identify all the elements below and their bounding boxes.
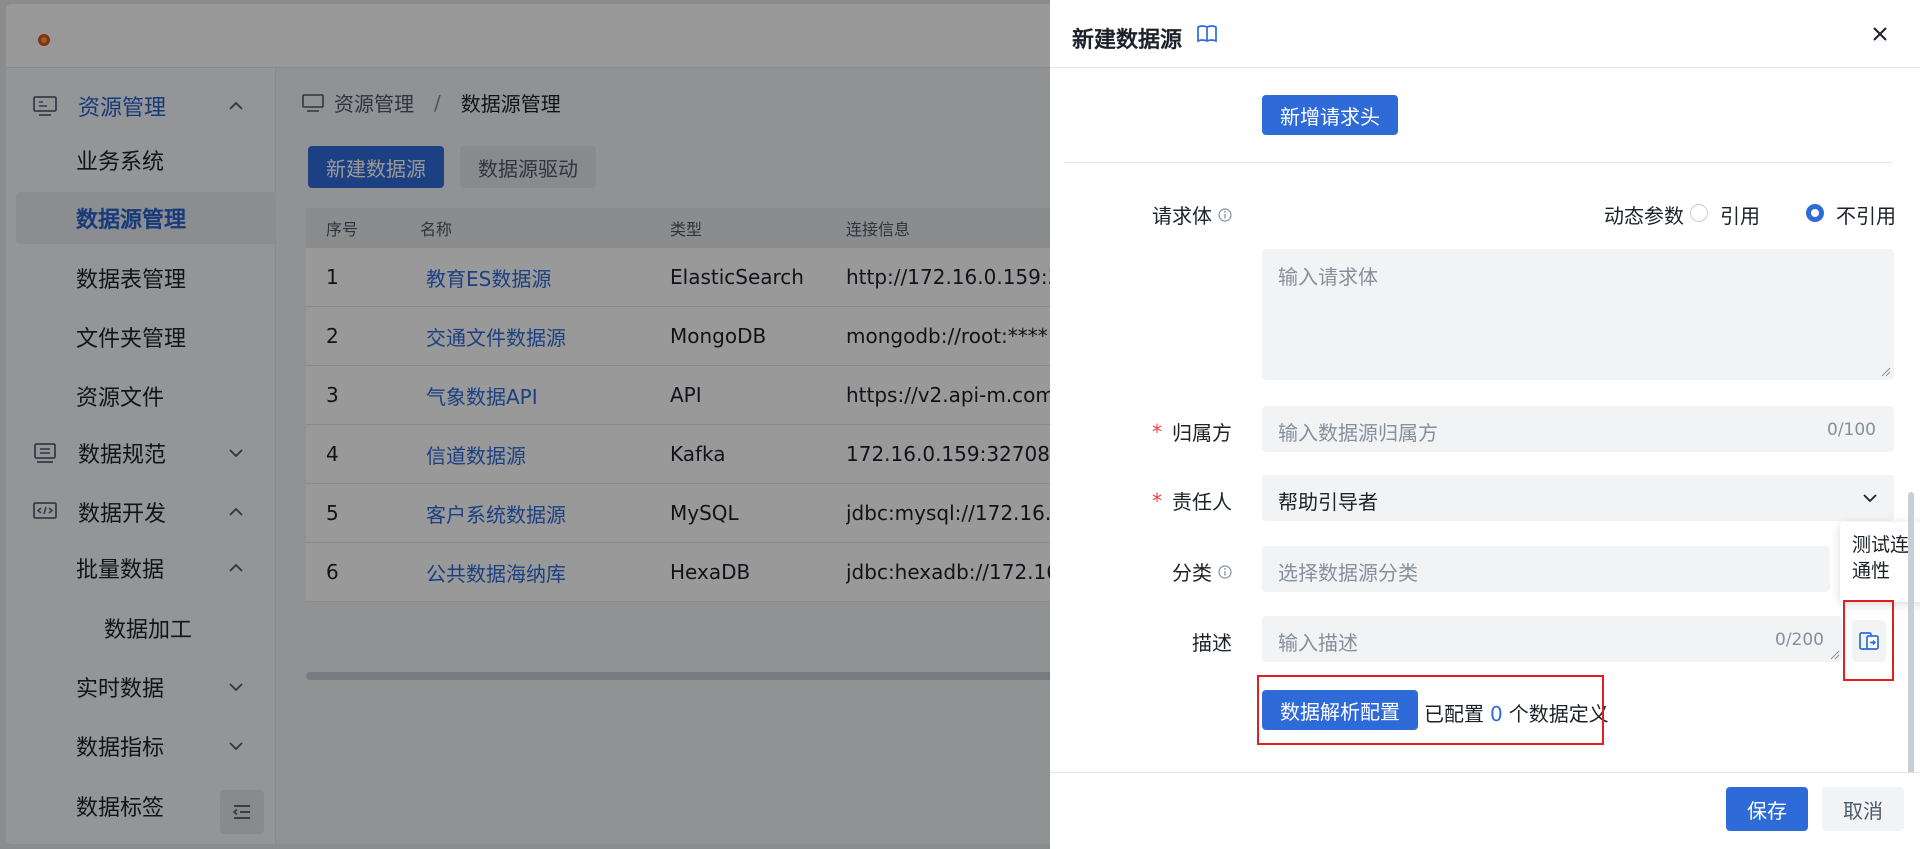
category-placeholder: 选择数据源分类 bbox=[1278, 561, 1418, 585]
request-body-textarea[interactable]: 输入请求体 bbox=[1262, 249, 1894, 380]
owner-label-text: 归属方 bbox=[1172, 421, 1232, 445]
save-button[interactable]: 保存 bbox=[1726, 787, 1808, 831]
drawer-title: 新建数据源 bbox=[1072, 28, 1183, 53]
responsible-label-text: 责任人 bbox=[1172, 490, 1232, 514]
request-body-placeholder: 输入请求体 bbox=[1278, 265, 1378, 289]
owner-input[interactable]: 输入数据源归属方 0/100 bbox=[1262, 406, 1894, 452]
description-label-text: 描述 bbox=[1192, 631, 1232, 655]
category-label-text: 分类 bbox=[1172, 561, 1212, 585]
highlight-box-parse bbox=[1257, 675, 1604, 745]
chevron-down-icon bbox=[1863, 494, 1877, 503]
required-mark: * bbox=[1152, 488, 1162, 513]
radio-ref-label[interactable]: 引用 bbox=[1720, 200, 1760, 229]
responsible-select[interactable]: 帮助引导者 bbox=[1262, 475, 1894, 521]
owner-char-count: 0/100 bbox=[1827, 420, 1876, 440]
new-datasource-drawer: 新建数据源 新增请求头 请求体 动态参数 引用 不引用 输入请求体 * 归属方 … bbox=[1050, 0, 1920, 849]
book-icon[interactable] bbox=[1196, 24, 1218, 44]
owner-placeholder: 输入数据源归属方 bbox=[1278, 421, 1438, 445]
drawer-header: 新建数据源 bbox=[1050, 0, 1920, 68]
cancel-button[interactable]: 取消 bbox=[1822, 787, 1904, 831]
description-textarea[interactable]: 输入描述 0/200 bbox=[1262, 616, 1842, 662]
radio-noref-label[interactable]: 不引用 bbox=[1836, 200, 1896, 229]
info-icon[interactable] bbox=[1218, 564, 1232, 579]
resize-handle-icon[interactable] bbox=[1881, 367, 1891, 377]
responsible-value: 帮助引导者 bbox=[1278, 490, 1378, 514]
request-body-label: 请求体 bbox=[1152, 200, 1232, 229]
responsible-label: * 责任人 bbox=[1152, 486, 1232, 515]
drawer-body: 新增请求头 请求体 动态参数 引用 不引用 输入请求体 * 归属方 输入数据源归… bbox=[1050, 68, 1920, 772]
highlight-box-test bbox=[1843, 600, 1894, 681]
owner-label: * 归属方 bbox=[1152, 417, 1232, 446]
modal-overlay[interactable] bbox=[0, 0, 1050, 849]
description-label: 描述 bbox=[1192, 627, 1232, 656]
category-label: 分类 bbox=[1172, 557, 1232, 586]
radio-ref[interactable] bbox=[1690, 204, 1708, 222]
dynamic-params-label: 动态参数 bbox=[1604, 204, 1684, 228]
required-mark: * bbox=[1152, 419, 1162, 444]
drawer-vertical-scrollbar[interactable] bbox=[1908, 492, 1914, 772]
section-divider bbox=[1064, 162, 1892, 163]
request-body-label-text: 请求体 bbox=[1152, 204, 1212, 228]
drawer-footer: 保存 取消 bbox=[1050, 772, 1920, 849]
add-request-header-button[interactable]: 新增请求头 bbox=[1262, 95, 1398, 135]
description-char-count: 0/200 bbox=[1775, 630, 1824, 650]
description-placeholder: 输入描述 bbox=[1278, 631, 1358, 655]
category-select[interactable]: 选择数据源分类 bbox=[1262, 546, 1830, 592]
resize-handle-icon[interactable] bbox=[1830, 650, 1840, 660]
info-icon[interactable] bbox=[1218, 207, 1232, 222]
close-icon[interactable] bbox=[1870, 24, 1890, 44]
radio-noref[interactable] bbox=[1806, 204, 1824, 222]
